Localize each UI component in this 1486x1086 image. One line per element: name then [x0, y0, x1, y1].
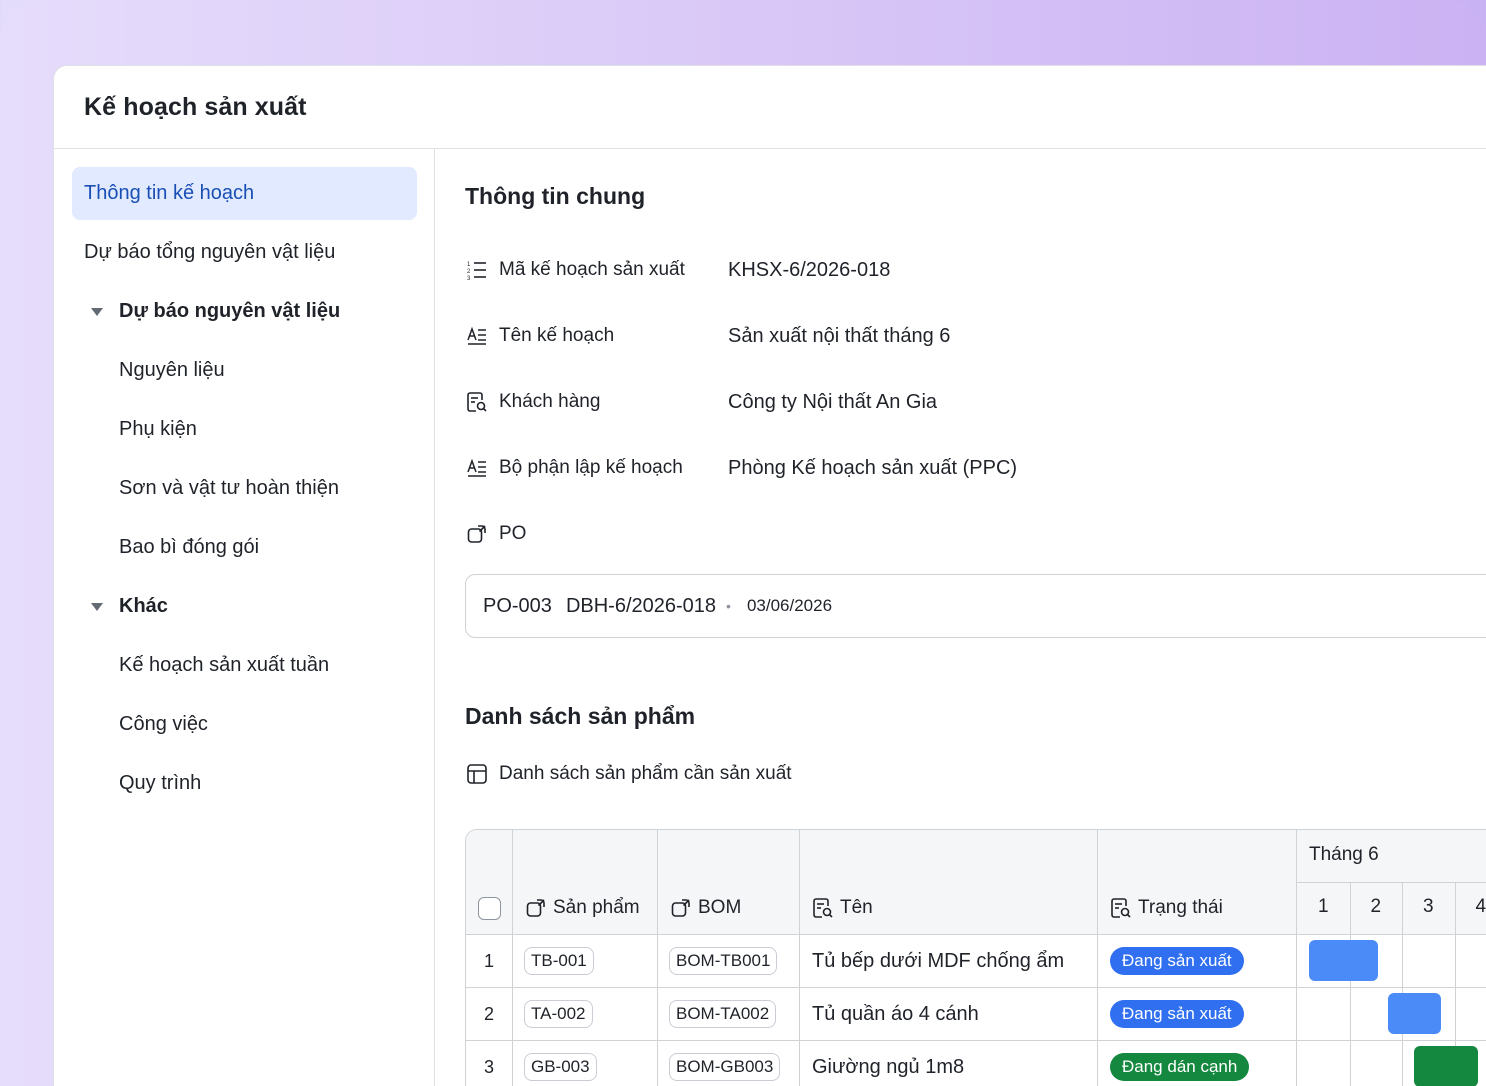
product-name: Tủ quần áo 4 cánh	[812, 1002, 979, 1025]
product-chip[interactable]: TA-002	[524, 1000, 593, 1028]
section-title-products: Danh sách sản phẩm	[465, 703, 696, 729]
po-separator: •	[726, 598, 731, 614]
table-icon	[465, 762, 489, 786]
select-all-checkbox[interactable]	[478, 897, 501, 920]
products-table: Sản phẩm BOM Tên Trạng thái Tháng 6 1 2 3 4…	[465, 829, 1486, 1086]
lookup-icon	[465, 390, 489, 414]
sidebar-item-label: Thông tin kế hoạch	[84, 182, 255, 204]
caret-down-icon[interactable]	[86, 301, 108, 323]
bom-chip[interactable]: BOM-GB003	[669, 1053, 781, 1081]
sidebar-item-label: Quy trình	[119, 772, 202, 794]
sidebar-item-son-va-vat-tu-hoan-thien[interactable]: Sơn và vật tư hoàn thiện	[72, 462, 417, 515]
bom-chip[interactable]: BOM-TA002	[669, 1000, 777, 1028]
sidebar-item-label: Công việc	[119, 713, 208, 735]
product-name: Giường ngủ 1m8	[812, 1055, 965, 1078]
gantt-month-label: Tháng 6	[1309, 844, 1379, 865]
section-title-general: Thông tin chung	[465, 183, 646, 209]
field-row: Tên kế hoạch Sản xuất nội thất tháng 6	[465, 321, 950, 351]
gantt-bar[interactable]	[1414, 1046, 1478, 1086]
field-row: 1 2 3 Mã kế hoạch sản xuất KHSX-6/2026-018	[465, 255, 890, 285]
field-value[interactable]: Phòng Kế hoạch sản xuất (PPC)	[728, 457, 1017, 480]
field-label: Bộ phận lập kế hoạch	[499, 457, 683, 478]
sidebar-item-du-bao-nguyen-vat-lieu[interactable]: Dự báo nguyên vật liệu	[72, 285, 417, 338]
row-number: 2	[483, 1003, 494, 1024]
sidebar-item-label: Bao bì đóng gói	[119, 536, 260, 558]
field-label: Tên kế hoạch	[499, 325, 615, 346]
table-label: Danh sách sản phẩm cần sản xuất	[499, 763, 792, 784]
po-date: 03/06/2026	[746, 596, 833, 615]
link-icon	[526, 899, 545, 917]
column-header-product[interactable]: Sản phẩm	[525, 894, 640, 922]
field-row: Bộ phận lập kế hoạch Phòng Kế hoạch sản x…	[465, 453, 1017, 483]
field-row: Khách hàng Công ty Nội thất An Gia	[465, 387, 937, 417]
sidebar-item-label: Kế hoạch sản xuất tuần	[119, 654, 330, 676]
sidebar-item-label: Dự báo tổng nguyên vật liệu	[84, 241, 336, 263]
status-badge: Đang sản xuất	[1110, 1000, 1244, 1028]
field-label: Khách hàng	[499, 391, 601, 412]
gantt-day-label: 3	[1423, 896, 1434, 917]
po-record-card[interactable]: PO-003 DBH-6/2026-018 • 03/06/2026	[465, 574, 1486, 638]
sidebar: Thông tin kế hoạch Dự báo tổng nguyên vật…	[54, 149, 435, 1086]
sidebar-item-label: Nguyên liệu	[119, 359, 225, 381]
field-value[interactable]: Sản xuất nội thất tháng 6	[728, 325, 950, 348]
sidebar-item-bao-bi-dong-goi[interactable]: Bao bì đóng gói	[72, 521, 417, 574]
page-title: Kế hoạch sản xuất	[84, 92, 307, 121]
status-badge: Đang dán cạnh	[1110, 1053, 1250, 1081]
table-label-row: Danh sách sản phẩm cần sản xuất	[465, 759, 792, 789]
table-row[interactable]: 1 TB-001 BOM-TB001 Tủ bếp dưới MDF chống ẩm…	[466, 935, 1486, 988]
app-window: Kế hoạch sản xuất Thông tin kế hoạch Dự b…	[53, 65, 1486, 1086]
app-header: Kế hoạch sản xuất	[54, 66, 1486, 149]
bom-chip[interactable]: BOM-TB001	[669, 947, 778, 975]
sidebar-item-du-bao-tong-nguyen-vat-lieu[interactable]: Dự báo tổng nguyên vật liệu	[72, 226, 417, 279]
po-ref: DBH-6/2026-018	[565, 594, 717, 617]
sidebar-item-ke-hoach-san-xuat-tuan[interactable]: Kế hoạch sản xuất tuần	[72, 639, 417, 692]
table-row[interactable]: 3 GB-003 BOM-GB003 Giường ngủ 1m8 Đang dán c…	[466, 1041, 1486, 1086]
svg-text:1: 1	[467, 262, 471, 268]
row-number: 1	[483, 950, 494, 971]
column-header-status[interactable]: Trạng thái	[1110, 894, 1223, 922]
field-value[interactable]: KHSX-6/2026-018	[728, 259, 890, 282]
gantt-bar[interactable]	[1309, 940, 1379, 981]
list-icon: 123	[465, 258, 489, 282]
svg-text:2: 2	[467, 269, 471, 275]
field-row: PO	[465, 519, 728, 549]
sidebar-item-nguyen-lieu[interactable]: Nguyên liệu	[72, 344, 417, 397]
product-name: Tủ bếp dưới MDF chống ẩm	[812, 949, 1065, 972]
lookup-icon	[813, 898, 833, 918]
text-icon	[465, 324, 489, 348]
link-icon	[465, 522, 489, 546]
sidebar-item-quy-trinh[interactable]: Quy trình	[72, 757, 417, 810]
field-label: Mã kế hoạch sản xuất	[499, 259, 685, 280]
svg-text:3: 3	[467, 276, 471, 281]
gantt-day-label: 2	[1370, 896, 1382, 917]
field-label: PO	[499, 523, 527, 544]
link-icon	[671, 899, 690, 917]
sidebar-item-label: Sơn và vật tư hoàn thiện	[119, 477, 339, 499]
sidebar-item-label: Phụ kiện	[119, 418, 197, 440]
status-badge: Đang sản xuất	[1110, 947, 1244, 975]
product-chip[interactable]: GB-003	[524, 1053, 597, 1081]
lookup-icon	[1111, 898, 1131, 918]
column-header-bom[interactable]: BOM	[670, 894, 741, 922]
po-code: PO-003	[483, 594, 552, 617]
column-header-name[interactable]: Tên	[812, 894, 873, 922]
sidebar-item-label: Dự báo nguyên vật liệu	[119, 300, 341, 322]
field-value[interactable]: Công ty Nội thất An Gia	[728, 391, 937, 414]
gantt-bar[interactable]	[1387, 993, 1442, 1034]
sidebar-item-cong-viec[interactable]: Công việc	[72, 698, 417, 751]
gantt-day-label: 1	[1318, 896, 1329, 917]
gantt-day-label: 4	[1475, 896, 1486, 917]
row-number: 3	[483, 1056, 494, 1077]
caret-down-icon[interactable]	[86, 596, 108, 618]
table-row[interactable]: 2 TA-002 BOM-TA002 Tủ quần áo 4 cánh Đang sả…	[466, 988, 1486, 1041]
sidebar-item-phu-kien[interactable]: Phụ kiện	[72, 403, 417, 456]
sidebar-item-thong-tin-ke-hoach[interactable]: Thông tin kế hoạch	[72, 167, 417, 220]
text-icon	[465, 456, 489, 480]
main-content: Thông tin chung 1 2 3 Mã kế hoạch sản xuất K…	[436, 149, 1486, 1086]
sidebar-item-khac[interactable]: Khác	[72, 580, 417, 633]
sidebar-item-label: Khác	[119, 595, 168, 617]
product-chip[interactable]: TB-001	[524, 947, 594, 975]
